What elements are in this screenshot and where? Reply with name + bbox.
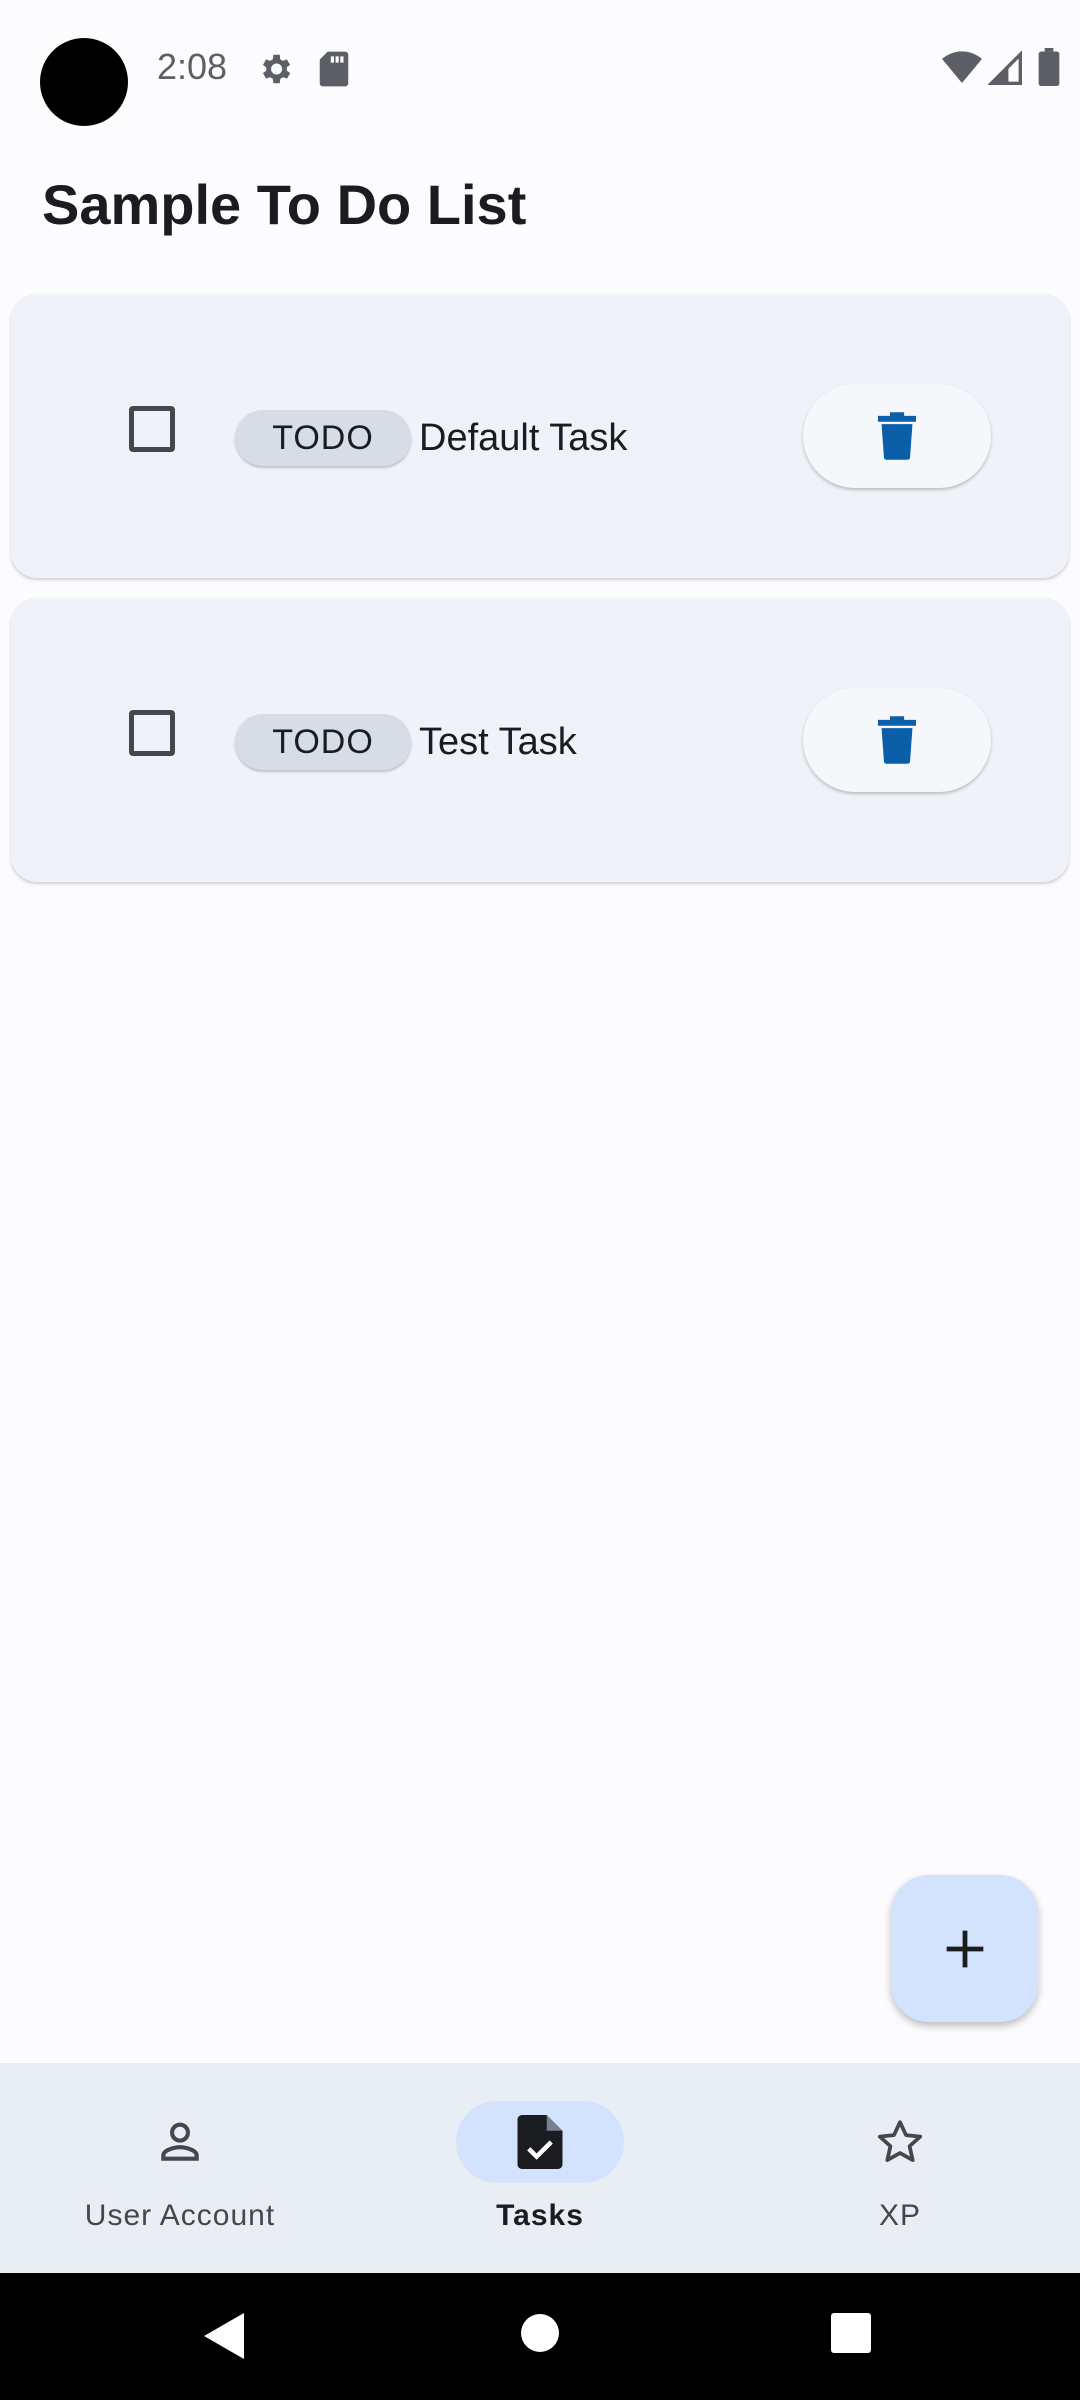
status-chip[interactable]: TODO xyxy=(235,410,411,466)
task-card: TODO Test Task xyxy=(11,598,1069,882)
bottom-navigation: User Account Tasks XP xyxy=(0,2063,1080,2273)
status-bar: 2:08 xyxy=(0,0,1080,140)
status-time: 2:08 xyxy=(157,46,228,87)
home-icon[interactable] xyxy=(520,2313,560,2353)
nav-indicator xyxy=(96,2101,264,2183)
delete-task-button[interactable] xyxy=(803,688,991,792)
person-icon xyxy=(161,2122,199,2161)
battery-icon xyxy=(1038,48,1060,86)
nav-item-tasks[interactable]: Tasks xyxy=(360,2063,720,2273)
page-title: Sample To Do List xyxy=(42,173,527,236)
nav-indicator xyxy=(816,2101,984,2183)
task-checkbox[interactable] xyxy=(129,710,175,756)
cell-signal-icon xyxy=(988,50,1022,85)
nav-indicator xyxy=(456,2101,624,2183)
gear-icon xyxy=(262,54,291,84)
nav-item-user-account[interactable]: User Account xyxy=(0,2063,360,2273)
nav-label: User Account xyxy=(84,2199,276,2232)
back-icon[interactable] xyxy=(204,2313,246,2359)
status-chip[interactable]: TODO xyxy=(235,714,411,770)
sd-card-icon xyxy=(319,51,349,87)
add-task-button[interactable] xyxy=(891,1875,1038,2022)
nav-item-xp[interactable]: XP xyxy=(720,2063,1080,2273)
camera-cutout xyxy=(40,38,128,126)
star-icon xyxy=(877,2120,923,2162)
task-document-icon xyxy=(517,2115,563,2169)
screen: 2:08 Sample To Do List TODO Default Task xyxy=(0,0,1080,2400)
plus-icon xyxy=(946,1930,983,1967)
system-navigation-bar xyxy=(0,2273,1080,2400)
recents-icon[interactable] xyxy=(831,2313,871,2353)
nav-label: Tasks xyxy=(496,2199,584,2232)
task-title[interactable]: Default Task xyxy=(419,410,627,466)
task-title[interactable]: Test Task xyxy=(419,714,577,770)
nav-label: XP xyxy=(878,2199,922,2232)
trash-icon xyxy=(878,412,916,460)
task-card: TODO Default Task xyxy=(11,294,1069,578)
wifi-icon xyxy=(942,51,982,83)
trash-icon xyxy=(878,716,916,764)
task-checkbox[interactable] xyxy=(129,406,175,452)
delete-task-button[interactable] xyxy=(803,384,991,488)
